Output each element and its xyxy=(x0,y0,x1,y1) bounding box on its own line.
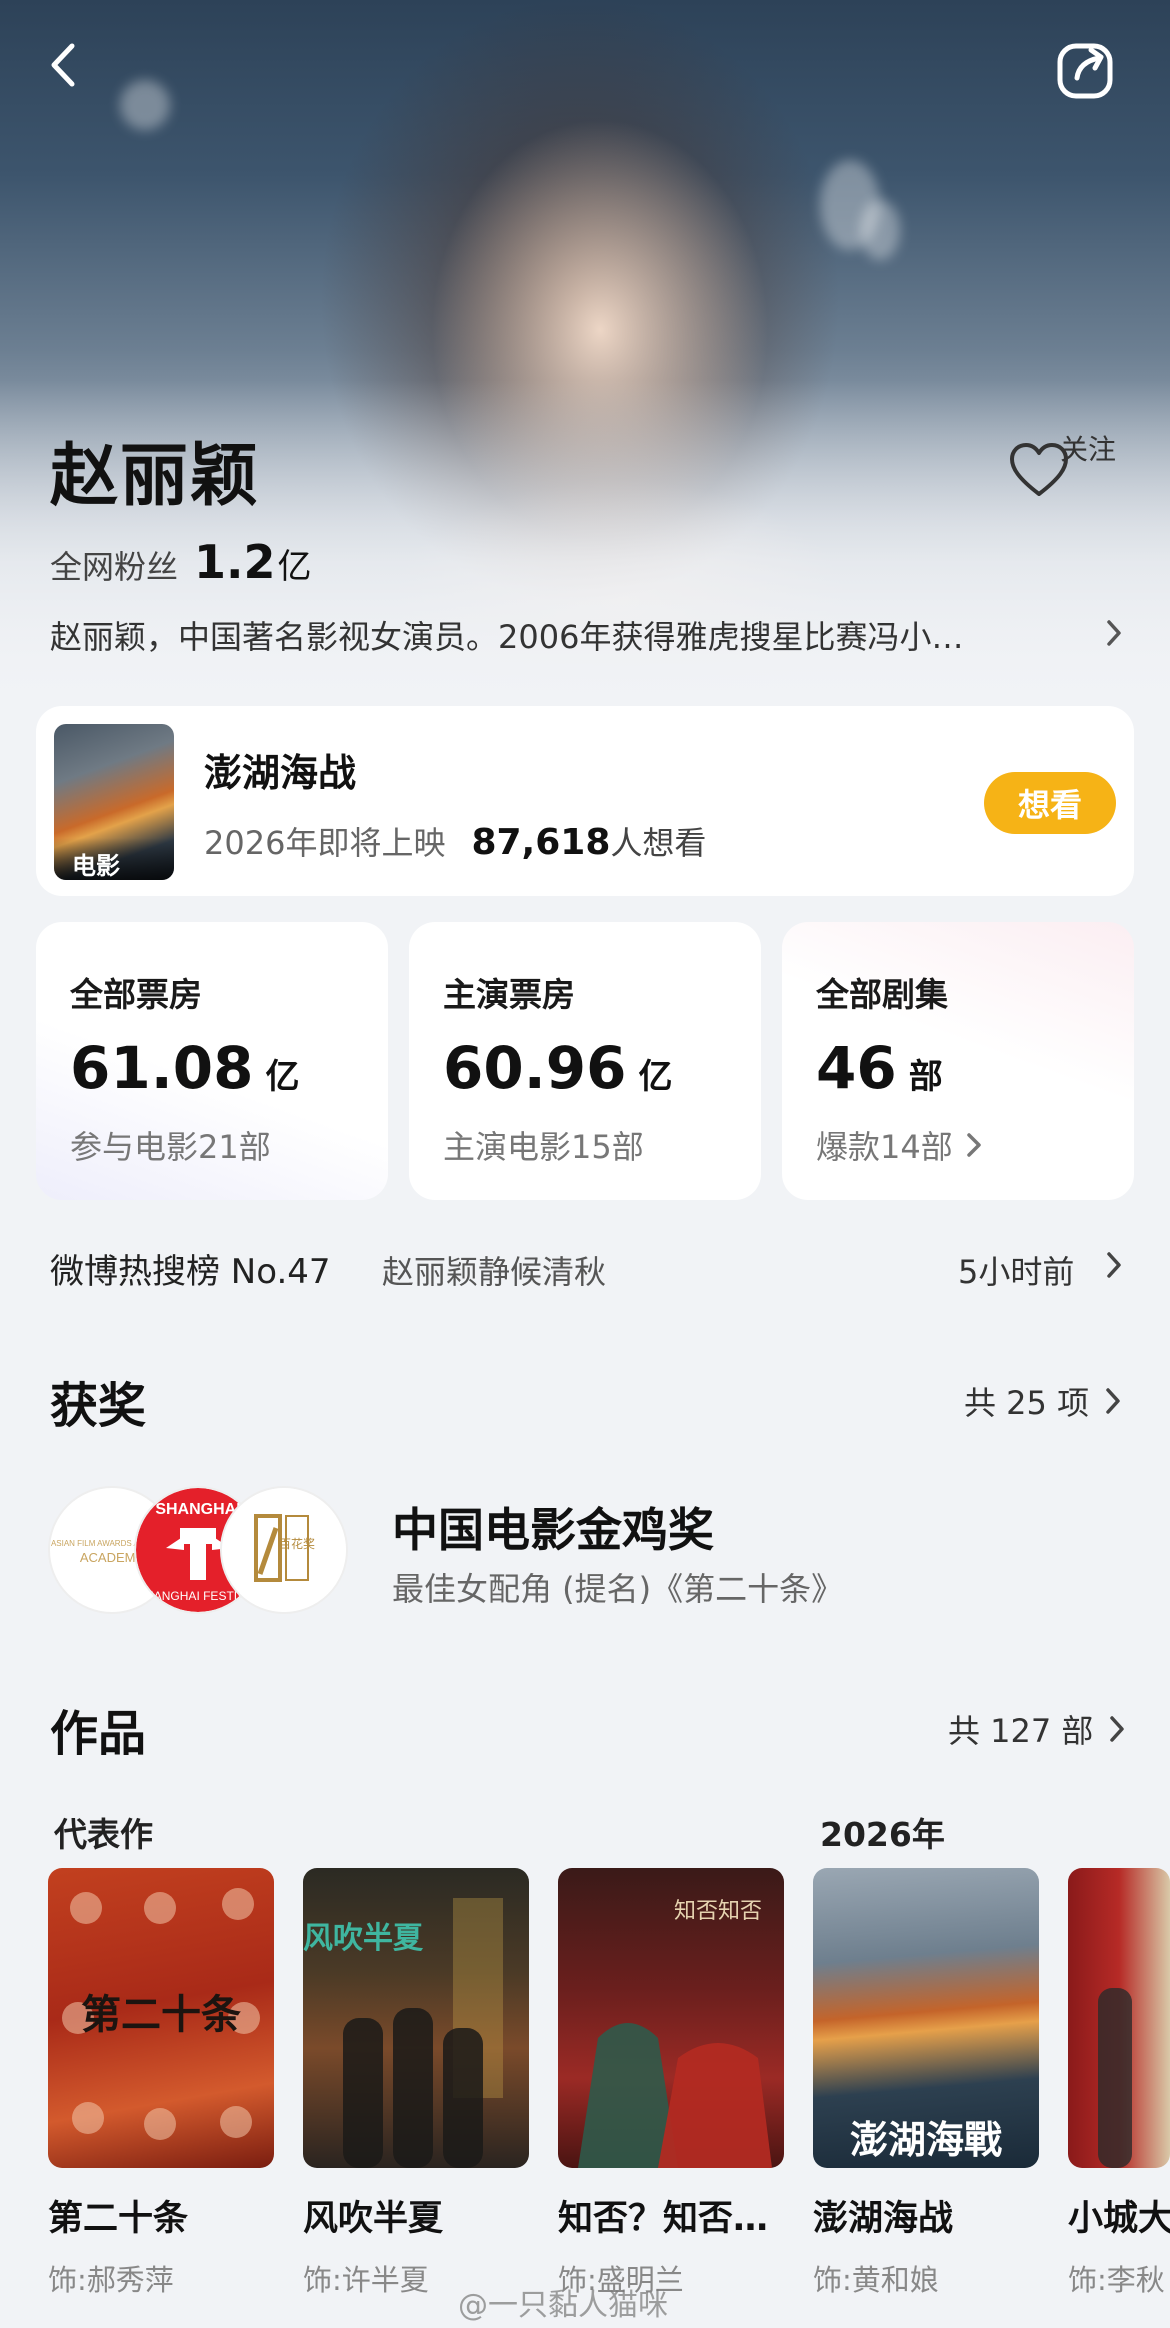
stat-subtitle-text: 爆款14部 xyxy=(816,1128,953,1166)
works-more-link[interactable]: 共 127 部 xyxy=(948,1706,1131,1752)
follow-label: 关注 xyxy=(1060,433,1117,466)
upcoming-status-line: 2026年即将上映 87,618 人想看 xyxy=(204,818,706,864)
stat-unit: 亿 xyxy=(638,1057,673,1097)
watermark: @一只黏人猫咪 xyxy=(458,2288,668,2323)
work-item[interactable]: 风吹半夏 风吹半夏 饰:许半夏 xyxy=(303,1868,529,2299)
work-title: 澎湖海战 xyxy=(813,2199,954,2239)
award-description: 最佳女配角 (提名)《第二十条》 xyxy=(392,1570,844,1608)
stat-subtitle: 爆款14部 xyxy=(816,1122,987,1168)
work-title: 小城大 xyxy=(1068,2199,1170,2239)
stat-card-total-boxoffice[interactable]: 全部票房 61.08 亿 参与电影21部 xyxy=(36,922,388,1200)
want-count: 87,618 xyxy=(471,822,611,863)
svg-text:第二十条: 第二十条 xyxy=(81,1992,241,2038)
chevron-right-icon xyxy=(1110,1716,1125,1742)
stat-number: 60.96 xyxy=(443,1034,627,1102)
work-poster[interactable]: 第二十条 xyxy=(48,1868,274,2168)
stat-value: 61.08 亿 xyxy=(70,1034,299,1102)
works-group-representative: 代表作 xyxy=(54,1815,153,1854)
stat-card-tv-series[interactable]: 全部剧集 46 部 爆款14部 xyxy=(782,922,1134,1200)
work-role: 饰:郝秀萍 xyxy=(48,2263,174,2297)
fans-count: 全网粉丝 1.2 亿 xyxy=(50,535,312,589)
work-poster[interactable]: 风吹半夏 xyxy=(303,1868,529,2168)
work-title: 风吹半夏 xyxy=(303,2199,444,2239)
stat-value: 60.96 亿 xyxy=(443,1034,672,1102)
share-icon xyxy=(1057,43,1113,99)
hundred-flowers-award-logo: 百花奖 xyxy=(220,1486,348,1614)
svg-text:知否知否: 知否知否 xyxy=(674,1899,762,1924)
work-item[interactable]: 知否知否 知否？知否… 饰:盛明兰 xyxy=(558,1868,784,2299)
fans-unit: 亿 xyxy=(277,547,312,587)
work-poster[interactable]: 澎湖海戰 xyxy=(813,1868,1039,2168)
awards-more-link[interactable]: 共 25 项 xyxy=(964,1378,1127,1424)
works-group-2026: 2026年 xyxy=(820,1815,945,1854)
svg-text:百花奖: 百花奖 xyxy=(279,1536,315,1551)
chevron-right-icon xyxy=(1107,1252,1121,1278)
award-logos[interactable]: ASIAN FILM AWARDS ACADEMY ACADEMY SHANGH… xyxy=(48,1486,368,1614)
stat-number: 61.08 xyxy=(70,1034,254,1102)
stat-subtitle: 主演电影15部 xyxy=(443,1128,644,1166)
awards-section-title: 获奖 xyxy=(50,1378,147,1434)
share-button[interactable] xyxy=(1055,38,1117,100)
stat-number: 46 xyxy=(816,1034,897,1102)
stat-value: 46 部 xyxy=(816,1034,943,1102)
back-button[interactable] xyxy=(40,40,90,90)
hot-search-time: 5小时前 xyxy=(958,1253,1075,1291)
award-name[interactable]: 中国电影金鸡奖 xyxy=(392,1494,714,1560)
work-role: 饰:黄和娘 xyxy=(813,2263,939,2297)
upcoming-movie-card[interactable]: 电影 澎湖海战 2026年即将上映 87,618 人想看 想看 xyxy=(36,706,1134,896)
hot-search-rank: 微博热搜榜 No.47 xyxy=(50,1252,331,1292)
follow-button[interactable]: 关注 xyxy=(1008,428,1128,498)
fans-value: 1.2 xyxy=(194,535,276,589)
work-poster[interactable]: 知否知否 xyxy=(558,1868,784,2168)
hero-photo xyxy=(0,0,1170,700)
stat-subtitle: 参与电影21部 xyxy=(70,1128,271,1166)
hot-search-topic: 赵丽颖静候清秋 xyxy=(382,1253,607,1291)
stat-unit: 亿 xyxy=(265,1057,300,1097)
want-to-watch-button[interactable]: 想看 xyxy=(984,772,1116,834)
poster-type-tag: 电影 xyxy=(54,838,174,880)
fans-label: 全网粉丝 xyxy=(50,548,179,586)
work-item[interactable]: 小城大 饰:李秋 xyxy=(1068,1868,1170,2299)
svg-text:澎湖海戰: 澎湖海戰 xyxy=(850,2117,1002,2162)
stat-card-lead-boxoffice[interactable]: 主演票房 60.96 亿 主演电影15部 xyxy=(409,922,761,1200)
chevron-right-icon xyxy=(966,1133,981,1157)
upcoming-title: 澎湖海战 xyxy=(204,751,357,795)
chevron-right-icon[interactable] xyxy=(1104,618,1124,648)
release-status: 2026年即将上映 xyxy=(204,824,446,862)
stat-title: 全部票房 xyxy=(70,975,202,1014)
work-item[interactable]: 澎湖海戰 澎湖海战 饰:黄和娘 xyxy=(813,1868,1039,2299)
artist-name: 赵丽颖 xyxy=(50,437,261,516)
svg-text:SHANGHAI: SHANGHAI xyxy=(155,1501,240,1518)
work-title: 知否？知否… xyxy=(558,2199,769,2239)
work-item[interactable]: 第二十条 第二十条 饰:郝秀萍 xyxy=(48,1868,274,2299)
work-poster[interactable] xyxy=(1068,1868,1170,2168)
movie-poster-thumbnail[interactable]: 电影 xyxy=(54,724,174,880)
chevron-right-icon xyxy=(1106,1388,1120,1414)
stat-title: 全部剧集 xyxy=(816,975,948,1014)
work-title: 第二十条 xyxy=(48,2199,189,2239)
works-count: 共 127 部 xyxy=(948,1712,1094,1750)
chevron-left-icon xyxy=(51,43,75,87)
bio-text[interactable]: 赵丽颖，中国著名影视女演员。2006年获得雅虎搜星比赛冯小… xyxy=(50,612,1080,658)
stat-title: 主演票房 xyxy=(443,975,575,1014)
stat-unit: 部 xyxy=(908,1057,943,1097)
want-count-unit: 人想看 xyxy=(610,824,707,862)
svg-text:风吹半夏: 风吹半夏 xyxy=(303,1921,424,1956)
awards-count: 共 25 项 xyxy=(964,1384,1090,1422)
work-role: 饰:李秋 xyxy=(1068,2263,1165,2297)
hot-search-row[interactable]: 微博热搜榜 No.47 赵丽颖静候清秋 5小时前 xyxy=(50,1244,1130,1292)
works-section-title: 作品 xyxy=(50,1706,147,1762)
